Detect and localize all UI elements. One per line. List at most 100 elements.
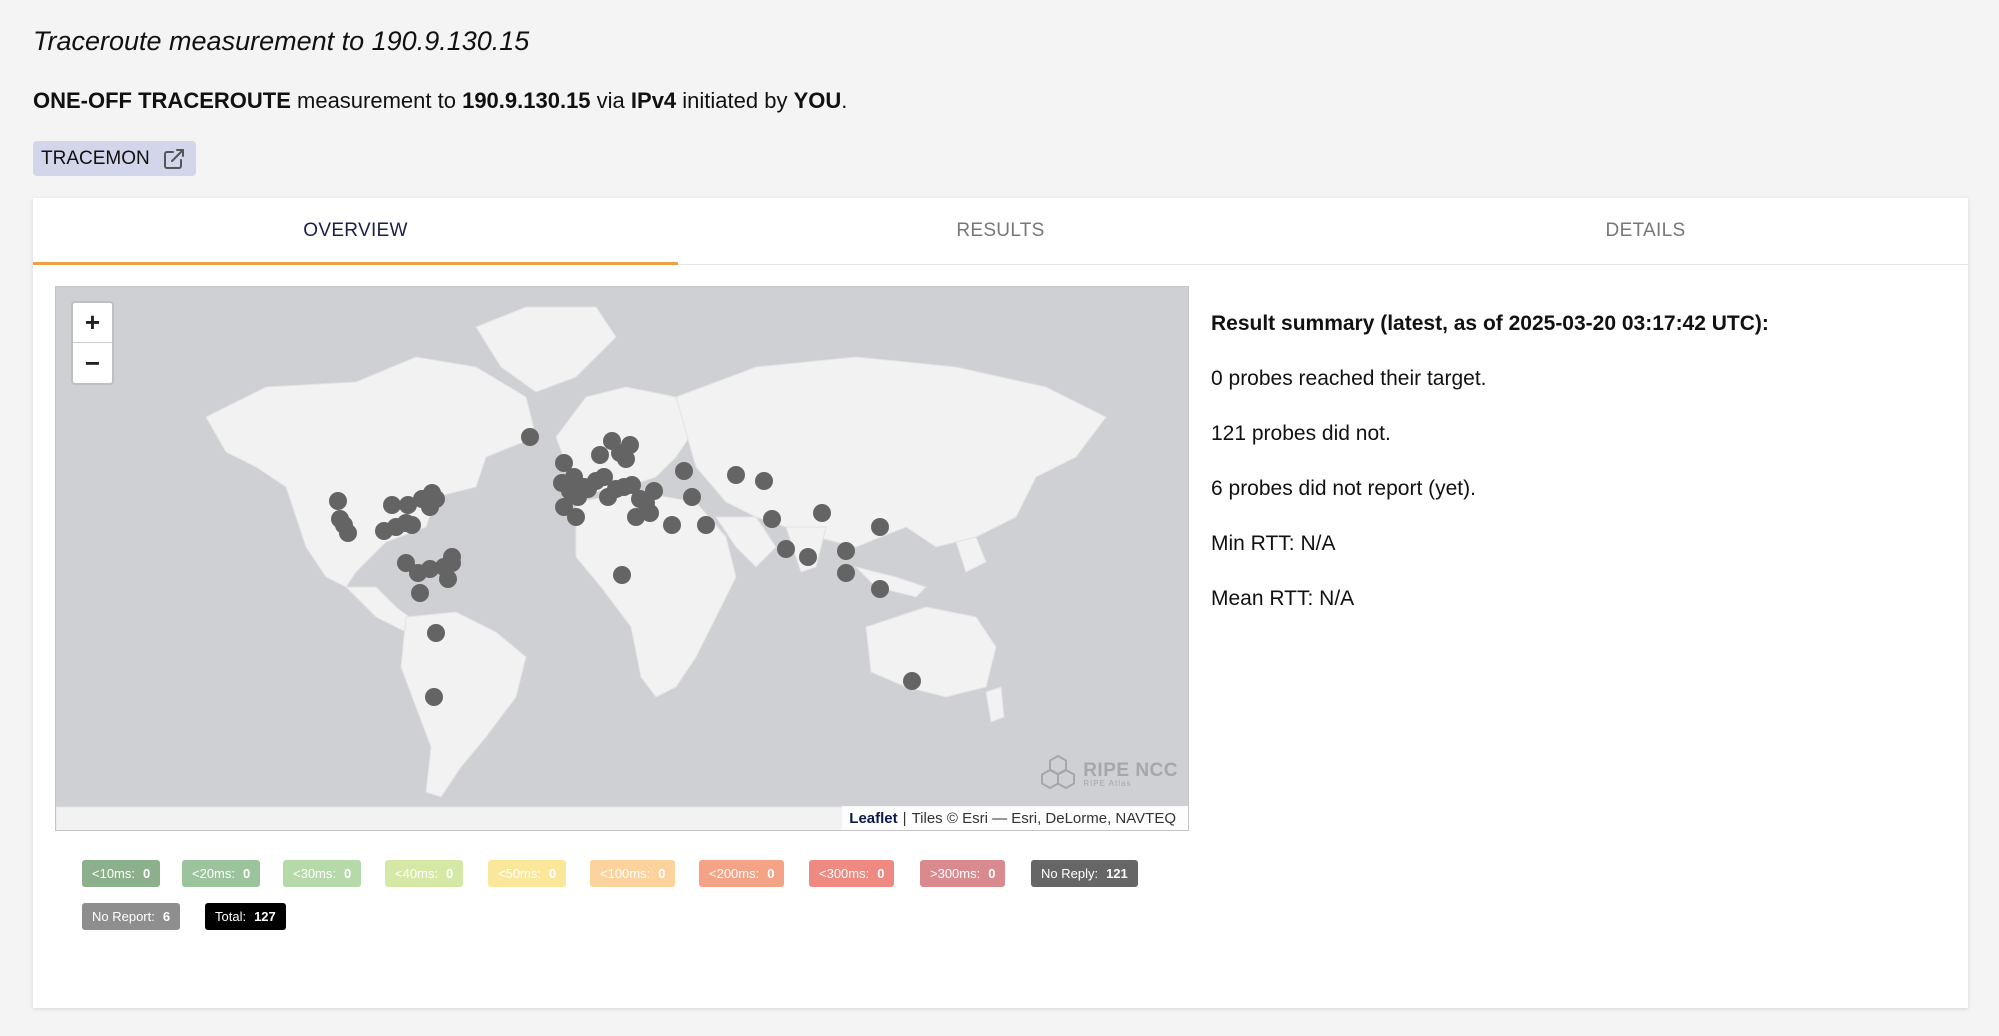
leaflet-link[interactable]: Leaflet xyxy=(849,810,897,827)
subtitle-text: measurement to xyxy=(290,88,463,113)
subtitle-text: initiated by xyxy=(676,88,794,113)
ripe-ncc-logo-icon xyxy=(1039,753,1077,796)
legend-badge-lt20[interactable]: <20ms: 0 xyxy=(182,860,261,887)
legend-label: No Report: xyxy=(92,909,155,924)
legend-label: <40ms: xyxy=(395,866,438,881)
legend-label: Total: xyxy=(215,909,247,924)
legend-badge-lt10[interactable]: <10ms: 0 xyxy=(82,860,161,887)
probe-marker[interactable] xyxy=(339,524,357,542)
legend-count: 0 xyxy=(446,866,454,881)
legend-count: 6 xyxy=(162,909,171,924)
tab-overview[interactable]: OVERVIEW xyxy=(33,198,678,265)
probe-marker[interactable] xyxy=(521,428,539,446)
tab-details[interactable]: DETAILS xyxy=(1323,198,1968,264)
legend-count: 0 xyxy=(877,866,885,881)
legend-label: <200ms: xyxy=(709,866,760,881)
legend-label: <50ms: xyxy=(498,866,541,881)
summary-no-report: 6 probes did not report (yet). xyxy=(1211,477,1476,500)
legend-badge-lt30[interactable]: <30ms: 0 xyxy=(283,860,362,887)
probe-map[interactable]: + − RIPE NCC RIPE Atlas Leaflet | Tiles … xyxy=(55,286,1189,831)
subtitle-text: . xyxy=(841,88,848,113)
legend-label: <30ms: xyxy=(293,866,336,881)
zoom-control: + − xyxy=(71,301,114,385)
legend-count: 127 xyxy=(254,909,276,924)
page-title: Traceroute measurement to 190.9.130.15 xyxy=(33,26,530,56)
subtitle-text: via xyxy=(590,88,631,113)
probe-marker[interactable] xyxy=(871,518,889,536)
probe-marker[interactable] xyxy=(903,672,921,690)
map-attribution: Leaflet | Tiles © Esri — Esri, DeLorme, … xyxy=(842,806,1188,830)
legend-badge-total[interactable]: Total: 127 xyxy=(205,903,286,930)
legend-label: No Reply: xyxy=(1041,866,1099,881)
result-summary: Result summary (latest, as of 2025-03-20… xyxy=(1211,310,1769,640)
probe-marker[interactable] xyxy=(621,436,639,454)
legend-count: 121 xyxy=(1106,866,1128,881)
probe-marker[interactable] xyxy=(727,466,745,484)
probe-marker[interactable] xyxy=(837,564,855,582)
legend-count: 0 xyxy=(549,866,557,881)
probe-marker[interactable] xyxy=(591,446,609,464)
probe-marker[interactable] xyxy=(755,472,773,490)
measurement-description: ONE-OFF TRACEROUTE measurement to 190.9.… xyxy=(33,88,847,114)
legend-badge-lt50[interactable]: <50ms: 0 xyxy=(488,860,567,887)
probe-marker[interactable] xyxy=(411,584,429,602)
probe-marker[interactable] xyxy=(697,516,715,534)
probe-marker[interactable] xyxy=(443,548,461,566)
probe-marker[interactable] xyxy=(439,570,457,588)
probe-marker[interactable] xyxy=(799,548,817,566)
legend-label: <300ms: xyxy=(819,866,870,881)
legend-count: 0 xyxy=(767,866,775,881)
tiles-attribution: Tiles © Esri — Esri, DeLorme, NAVTEQ xyxy=(911,809,1176,827)
summary-not-reached: 121 probes did not. xyxy=(1211,422,1391,445)
tracemon-button[interactable]: TRACEMON xyxy=(33,141,196,176)
watermark-sub: RIPE Atlas xyxy=(1083,779,1132,788)
probe-marker[interactable] xyxy=(675,462,693,480)
legend-count: 0 xyxy=(143,866,151,881)
legend-count: 0 xyxy=(344,866,352,881)
probe-marker[interactable] xyxy=(427,490,445,508)
probe-marker[interactable] xyxy=(383,496,401,514)
measurement-type: ONE-OFF TRACEROUTE xyxy=(33,88,291,113)
probe-marker[interactable] xyxy=(403,516,421,534)
legend-label: <20ms: xyxy=(192,866,235,881)
legend-badge-lt300[interactable]: <300ms: 0 xyxy=(809,860,895,887)
measurement-card: OVERVIEW RESULTS DETAILS + − RIPE NCC RI… xyxy=(33,198,1968,1008)
probe-marker[interactable] xyxy=(763,510,781,528)
legend-badge-gt300[interactable]: >300ms: 0 xyxy=(920,860,1006,887)
summary-reached: 0 probes reached their target. xyxy=(1211,367,1487,390)
probe-marker[interactable] xyxy=(837,542,855,560)
legend-count: 0 xyxy=(988,866,996,881)
probe-marker[interactable] xyxy=(813,504,831,522)
attribution-separator: | xyxy=(902,809,907,827)
legend-label: <10ms: xyxy=(92,866,135,881)
summary-min-rtt: Min RTT: N/A xyxy=(1211,532,1336,555)
measurement-protocol: IPv4 xyxy=(630,88,677,113)
probe-marker[interactable] xyxy=(613,566,631,584)
probe-marker[interactable] xyxy=(645,482,663,500)
legend-badge-no-report[interactable]: No Report: 6 xyxy=(82,903,181,930)
legend-badge-no-reply[interactable]: No Reply: 121 xyxy=(1031,860,1138,887)
probe-marker[interactable] xyxy=(663,516,681,534)
probe-marker[interactable] xyxy=(777,540,795,558)
legend-badge-lt100[interactable]: <100ms: 0 xyxy=(590,860,676,887)
probe-marker[interactable] xyxy=(683,488,701,506)
legend-label: <100ms: xyxy=(600,866,651,881)
zoom-out-button[interactable]: − xyxy=(73,343,112,383)
probe-marker[interactable] xyxy=(427,624,445,642)
external-link-icon xyxy=(162,147,186,171)
legend-badge-lt40[interactable]: <40ms: 0 xyxy=(385,860,464,887)
legend-count: 0 xyxy=(243,866,251,881)
probe-marker[interactable] xyxy=(329,492,347,510)
zoom-in-button[interactable]: + xyxy=(73,303,112,343)
legend-count: 0 xyxy=(658,866,666,881)
tab-results[interactable]: RESULTS xyxy=(678,198,1323,264)
legend-badge-lt200[interactable]: <200ms: 0 xyxy=(699,860,785,887)
probe-marker[interactable] xyxy=(425,688,443,706)
probe-marker[interactable] xyxy=(567,508,585,526)
measurement-target: 190.9.130.15 xyxy=(462,88,591,113)
probe-marker[interactable] xyxy=(641,504,659,522)
world-map xyxy=(56,287,1188,830)
summary-title: Result summary (latest, as of 2025-03-20… xyxy=(1211,312,1769,335)
probe-marker[interactable] xyxy=(871,580,889,598)
tracemon-label: TRACEMON xyxy=(41,147,150,169)
